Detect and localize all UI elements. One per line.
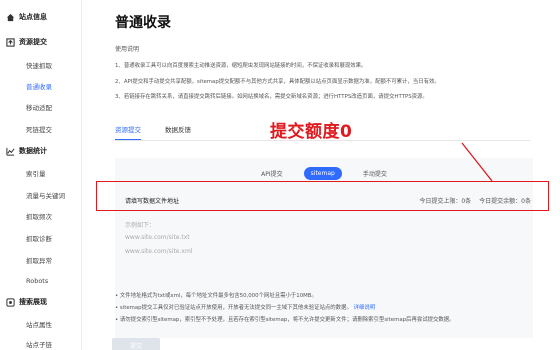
sidebar-item-mobile-adapt[interactable]: 移动适配: [26, 102, 52, 112]
sidebar-group-search-display[interactable]: 搜索展现: [6, 297, 47, 307]
usage-line-3: 3、若链接存在跳转关系，请直接提交跳转后链接。如网站换域名，需提交新域名资源；进…: [115, 94, 428, 100]
main-tabs: 资源提交 数据反馈: [115, 124, 191, 141]
subtab-manual[interactable]: 手动提交: [356, 166, 394, 181]
annotation-label: 提交额度0: [270, 122, 353, 142]
tab-resource-submit[interactable]: 资源提交: [115, 124, 141, 141]
search-display-icon: [6, 297, 15, 307]
subtab-sitemap[interactable]: sitemap: [303, 167, 342, 180]
sidebar: 站点信息 资源提交 快速抓取 普通收录 移动适配 死链提交 数据统计 索引量 流…: [0, 0, 82, 350]
usage-title: 使用说明: [115, 46, 140, 53]
sitemap-url-input[interactable]: 示例如下： www.site.com/site.txt www.site.com…: [115, 210, 533, 280]
usage-line-1: 1、普通收录工具可以向百度搜索主动推送资源，缩短爬虫发现网站链接的时间，不保证收…: [115, 63, 367, 69]
sidebar-item-crawl-frequency[interactable]: 抓取频次: [26, 211, 52, 221]
sidebar-group-site-info[interactable]: 站点信息: [6, 12, 47, 22]
main-content: 普通收录 使用说明 1、普通收录工具可以向百度搜索主动推送资源，缩短爬虫发现网站…: [82, 0, 560, 350]
sidebar-item-normal-index[interactable]: 普通收录: [26, 81, 52, 91]
chart-icon: [6, 147, 15, 156]
sidebar-item-index-volume[interactable]: 索引量: [26, 168, 46, 178]
sidebar-item-quick-crawl[interactable]: 快速抓取: [26, 60, 52, 70]
sidebar-group-resource-submit[interactable]: 资源提交: [6, 37, 47, 47]
sidebar-item-crawl-diagnosis[interactable]: 抓取诊断: [26, 233, 52, 243]
page-title: 普通收录: [115, 15, 171, 31]
placeholder-line: www.site.com/site.xml: [125, 248, 193, 255]
details-link[interactable]: 详细说明: [354, 305, 376, 311]
note-line-2-text: • sitemap提交工具仅对已验证站点开放使用，开放者无法提交同一主域下其他未…: [115, 305, 352, 311]
placeholder-line: 示例如下：: [125, 222, 156, 229]
sidebar-item-site-attributes[interactable]: 站点属性: [26, 319, 52, 329]
sidebar-item-site-sublinks[interactable]: 站点子链: [26, 339, 52, 349]
placeholder-line: www.site.com/site.txt: [125, 234, 190, 241]
upload-icon: [6, 37, 15, 47]
note-line-2: • sitemap提交工具仅对已验证站点开放使用，开放者无法提交同一主域下其他未…: [115, 303, 375, 311]
note-line-3: • 请勿提交索引型sitemap，索引型不予处理，且若存在索引型sitemap，…: [115, 317, 455, 323]
submit-method-tabs: API提交 sitemap 手动提交: [115, 166, 533, 181]
sidebar-item-dead-link[interactable]: 死链提交: [26, 124, 52, 134]
sidebar-item-traffic-keywords[interactable]: 流量与关键词: [26, 190, 65, 200]
tab-data-feedback[interactable]: 数据反馈: [165, 124, 191, 141]
submit-button[interactable]: 提交: [112, 338, 160, 350]
sidebar-item-crawl-errors[interactable]: 抓取异常: [26, 255, 52, 265]
note-line-1: • 文件地址格式为txt或xml，每个地址文件最多包含50,000个网址且需小于…: [115, 293, 317, 299]
usage-line-2: 2、API提交和手动提交共享配额，sitemap提交配额不与其他方式共享，具体配…: [115, 79, 440, 85]
sidebar-group-data-stats[interactable]: 数据统计: [6, 146, 47, 156]
annotation-highlight-box: [96, 181, 549, 211]
sidebar-item-robots[interactable]: Robots: [26, 277, 48, 285]
home-icon: [6, 13, 15, 22]
subtab-api[interactable]: API提交: [254, 166, 290, 181]
